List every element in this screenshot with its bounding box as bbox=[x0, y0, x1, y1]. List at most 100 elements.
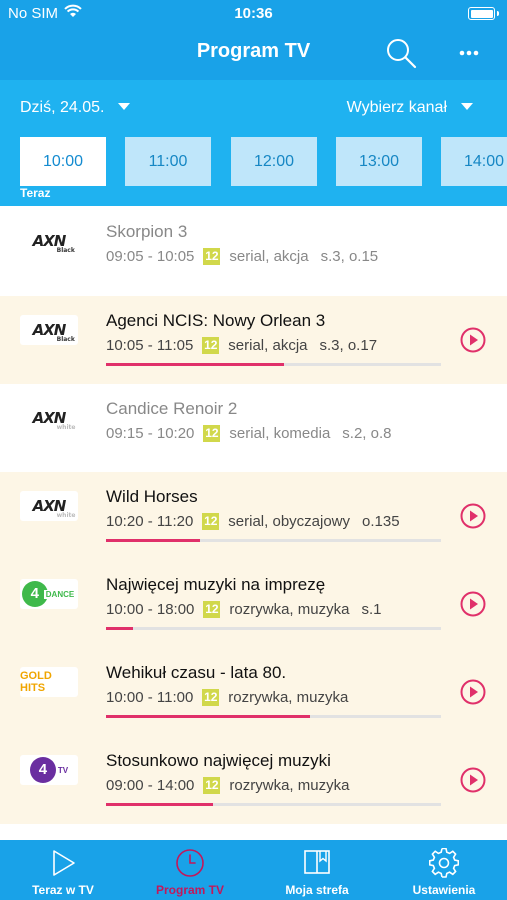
play-icon bbox=[460, 591, 486, 617]
play-button[interactable] bbox=[460, 767, 486, 793]
program-episode: s.1 bbox=[361, 601, 382, 618]
progress-bar bbox=[106, 363, 441, 366]
age-rating-badge: 12 bbox=[203, 248, 221, 265]
program-episode: o.135 bbox=[362, 513, 400, 530]
program-meta: 10:00 - 18:00 12 rozrywka, muzyka s.1 bbox=[106, 601, 381, 618]
program-time: 10:00 - 18:00 bbox=[106, 601, 195, 618]
program-time: 10:05 - 11:05 bbox=[106, 337, 194, 354]
program-row[interactable]: AXN white Wild Horses 10:20 - 11:20 12 se… bbox=[0, 472, 507, 560]
age-rating-badge: 12 bbox=[202, 689, 220, 706]
tab-label: Moja strefa bbox=[285, 883, 349, 897]
play-button[interactable] bbox=[460, 327, 486, 353]
play-icon bbox=[460, 679, 486, 705]
play-button[interactable] bbox=[460, 503, 486, 529]
channel-logo-4fun-tv: 4 TV bbox=[20, 755, 78, 785]
play-icon bbox=[460, 767, 486, 793]
program-time: 09:15 - 10:20 bbox=[106, 425, 195, 442]
more-icon bbox=[459, 50, 479, 56]
program-genre: rozrywka, muzyka bbox=[228, 689, 349, 706]
tab-teraz-w-tv[interactable]: Teraz w TV bbox=[0, 840, 126, 900]
program-meta: 10:05 - 11:05 12 serial, akcja s.3, o.17 bbox=[106, 337, 377, 354]
hour-tab-13[interactable]: 13:00 bbox=[336, 137, 422, 186]
channel-logo-axn-white: AXN white bbox=[20, 403, 78, 433]
program-title: Skorpion 3 bbox=[106, 222, 188, 241]
channel-logo-gold-hits: GOLD HITS bbox=[20, 667, 78, 697]
program-row[interactable]: AXN white Candice Renoir 2 09:15 - 10:20 … bbox=[0, 384, 507, 472]
more-options-button[interactable] bbox=[452, 38, 486, 68]
search-icon bbox=[387, 39, 417, 69]
date-dropdown[interactable]: Dziś, 24.05. bbox=[20, 99, 131, 117]
age-rating-badge: 12 bbox=[203, 777, 221, 794]
hour-tab-11[interactable]: 11:00 bbox=[125, 137, 211, 186]
channel-logo-axn-black: AXN Black bbox=[20, 315, 78, 345]
play-icon bbox=[460, 327, 486, 353]
program-genre: serial, obyczajowy bbox=[228, 513, 351, 530]
program-time: 10:20 - 11:20 bbox=[106, 513, 194, 530]
channel-dropdown[interactable]: Wybierz kanał bbox=[347, 99, 473, 117]
program-meta: 09:05 - 10:05 12 serial, akcja s.3, o.15 bbox=[106, 248, 378, 265]
hour-tab-12[interactable]: 12:00 bbox=[231, 137, 317, 186]
program-meta: 09:00 - 14:00 12 rozrywka, muzyka bbox=[106, 777, 349, 794]
gear-icon bbox=[429, 848, 459, 878]
program-title: Wehikuł czasu - lata 80. bbox=[106, 663, 287, 682]
program-genre: serial, komedia bbox=[229, 425, 331, 442]
clock-time: 10:36 bbox=[234, 5, 273, 22]
program-row[interactable]: AXN Black Agenci NCIS: Nowy Orlean 3 10:0… bbox=[0, 296, 507, 384]
tab-program-tv[interactable]: Program TV bbox=[127, 840, 253, 900]
program-row[interactable]: 4 DANCE Najwięcej muzyki na imprezę 10:00… bbox=[0, 560, 507, 648]
play-icon bbox=[460, 503, 486, 529]
channel-logo-axn-white: AXN white bbox=[20, 491, 78, 521]
program-row[interactable]: AXN Black Skorpion 3 09:05 - 10:05 12 ser… bbox=[0, 207, 507, 295]
tab-label: Program TV bbox=[155, 883, 224, 897]
age-rating-badge: 12 bbox=[203, 425, 221, 442]
clock-icon bbox=[176, 849, 204, 877]
program-episode: s.2, o.8 bbox=[342, 425, 392, 442]
tab-label: Teraz w TV bbox=[32, 883, 94, 897]
progress-bar bbox=[106, 627, 441, 630]
program-time: 10:00 - 11:00 bbox=[106, 689, 194, 706]
program-episode: s.3, o.15 bbox=[320, 248, 379, 265]
program-episode: s.3, o.17 bbox=[319, 337, 378, 354]
program-genre: serial, akcja bbox=[229, 248, 309, 265]
program-title: Agenci NCIS: Nowy Orlean 3 bbox=[106, 311, 326, 330]
tab-label: Ustawienia bbox=[412, 883, 476, 897]
program-meta: 10:20 - 11:20 12 serial, obyczajowy o.13… bbox=[106, 513, 400, 530]
play-button[interactable] bbox=[460, 591, 486, 617]
program-time: 09:00 - 14:00 bbox=[106, 777, 195, 794]
chevron-down-icon bbox=[461, 103, 473, 110]
status-bar: No SIM 10:36 bbox=[0, 0, 507, 28]
age-rating-badge: 12 bbox=[203, 601, 221, 618]
program-title: Candice Renoir 2 bbox=[106, 399, 238, 418]
channel-logo-4fun-dance: 4 DANCE bbox=[20, 579, 78, 609]
page-title: Program TV bbox=[196, 40, 311, 62]
progress-fill bbox=[106, 363, 284, 366]
app-header: No SIM 10:36 Program TV bbox=[0, 0, 507, 80]
play-icon bbox=[53, 850, 75, 876]
program-time: 09:05 - 10:05 bbox=[106, 248, 195, 265]
progress-fill bbox=[106, 715, 311, 718]
progress-fill bbox=[106, 627, 133, 630]
hour-tab-10[interactable]: 10:00 bbox=[20, 137, 106, 186]
program-row[interactable]: GOLD HITS Wehikuł czasu - lata 80. 10:00… bbox=[0, 648, 507, 736]
chevron-down-icon bbox=[118, 103, 131, 110]
program-genre: rozrywka, muzyka bbox=[229, 601, 350, 618]
play-button[interactable] bbox=[460, 679, 486, 705]
program-meta: 09:15 - 10:20 12 serial, komedia s.2, o.… bbox=[106, 425, 392, 442]
channel-logo-axn-black: AXN Black bbox=[20, 226, 78, 256]
progress-fill bbox=[106, 803, 214, 806]
battery-icon bbox=[468, 7, 499, 20]
program-genre: rozrywka, muzyka bbox=[229, 777, 350, 794]
program-title: Najwięcej muzyki na imprezę bbox=[106, 575, 326, 594]
progress-bar bbox=[106, 803, 441, 806]
tab-moja-strefa[interactable]: Moja strefa bbox=[254, 840, 380, 900]
program-meta: 10:00 - 11:00 12 rozrywka, muzyka bbox=[106, 689, 348, 706]
hour-tab-14[interactable]: 14:00 bbox=[441, 137, 507, 186]
program-row[interactable]: 4 TV Stosunkowo najwięcej muzyki 09:00 - … bbox=[0, 736, 507, 824]
program-genre: serial, akcja bbox=[228, 337, 308, 354]
tab-ustawienia[interactable]: Ustawienia bbox=[381, 840, 507, 900]
program-title: Stosunkowo najwięcej muzyki bbox=[106, 751, 331, 770]
program-title: Wild Horses bbox=[106, 487, 198, 506]
progress-bar bbox=[106, 715, 441, 718]
date-dropdown-label: Dziś, 24.05. bbox=[20, 99, 105, 116]
search-button[interactable] bbox=[384, 36, 418, 70]
